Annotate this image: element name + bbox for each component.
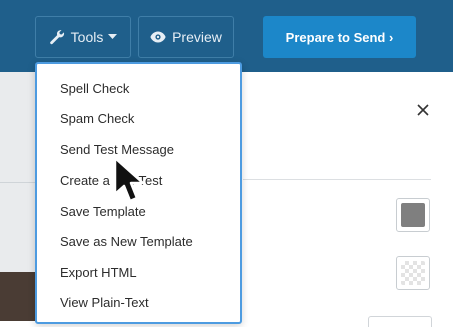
color-swatch-fill	[401, 203, 425, 227]
preview-button[interactable]: Preview	[138, 16, 234, 58]
menu-item-view-plain-text[interactable]: View Plain-Text	[60, 295, 149, 311]
left-canvas-strip	[0, 72, 36, 321]
panel-input[interactable]	[368, 316, 432, 327]
image-block	[0, 272, 36, 321]
menu-item-save-template[interactable]: Save Template	[60, 204, 146, 220]
transparent-swatch[interactable]	[396, 256, 430, 290]
menu-item-spell-check[interactable]: Spell Check	[60, 81, 129, 97]
tools-label: Tools	[70, 29, 104, 45]
tools-dropdown-menu: Spell Check Spam Check Send Test Message…	[35, 62, 242, 324]
tools-menu-button[interactable]: Tools	[35, 16, 131, 58]
close-icon	[417, 103, 429, 121]
chevron-down-icon	[108, 34, 118, 40]
prepare-to-send-label: Prepare to Send ›	[285, 29, 394, 45]
menu-item-save-as-new-template[interactable]: Save as New Template	[60, 234, 193, 250]
wrench-icon	[49, 29, 65, 45]
panel-divider	[243, 179, 431, 180]
settings-panel	[243, 72, 453, 327]
menu-item-spam-check[interactable]: Spam Check	[60, 111, 134, 127]
menu-item-create-test[interactable]: Create a S… Test	[60, 173, 162, 189]
color-swatch[interactable]	[396, 198, 430, 232]
close-button[interactable]	[413, 102, 433, 122]
menu-item-send-test-message[interactable]: Send Test Message	[60, 142, 174, 158]
preview-label: Preview	[172, 29, 222, 45]
menu-item-export-html[interactable]: Export HTML	[60, 265, 137, 281]
eye-icon	[150, 31, 166, 43]
prepare-to-send-button[interactable]: Prepare to Send ›	[263, 16, 416, 58]
transparent-pattern-icon	[401, 261, 425, 285]
strip-divider	[0, 182, 36, 183]
